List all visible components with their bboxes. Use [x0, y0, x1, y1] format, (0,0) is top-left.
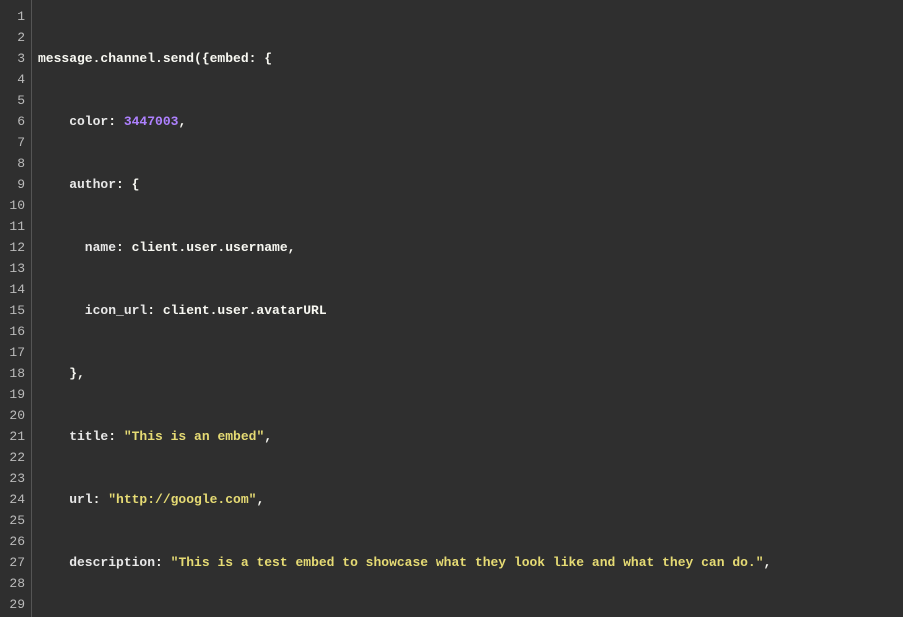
- line-number: 12: [4, 237, 25, 258]
- line-number: 9: [4, 174, 25, 195]
- line-number: 18: [4, 363, 25, 384]
- code-line: title: "This is an embed",: [38, 426, 903, 447]
- line-number: 15: [4, 300, 25, 321]
- line-number: 17: [4, 342, 25, 363]
- line-number: 5: [4, 90, 25, 111]
- code-line: description: "This is a test embed to sh…: [38, 552, 903, 573]
- line-number: 24: [4, 489, 25, 510]
- code-line: url: "http://google.com",: [38, 489, 903, 510]
- line-number: 2: [4, 27, 25, 48]
- line-number: 13: [4, 258, 25, 279]
- line-number-gutter: 1 2 3 4 5 6 7 8 9 10 11 12 13 14 15 16 1…: [0, 0, 32, 617]
- line-number: 6: [4, 111, 25, 132]
- code-line: name: client.user.username,: [38, 237, 903, 258]
- line-number: 3: [4, 48, 25, 69]
- line-number: 21: [4, 426, 25, 447]
- code-area[interactable]: message.channel.send({embed: { color: 34…: [32, 0, 903, 617]
- line-number: 1: [4, 6, 25, 27]
- line-number: 11: [4, 216, 25, 237]
- line-number: 7: [4, 132, 25, 153]
- line-number: 29: [4, 594, 25, 615]
- line-number: 22: [4, 447, 25, 468]
- line-number: 10: [4, 195, 25, 216]
- line-number: 25: [4, 510, 25, 531]
- line-number: 28: [4, 573, 25, 594]
- line-number: 23: [4, 468, 25, 489]
- line-number: 16: [4, 321, 25, 342]
- code-line: author: {: [38, 174, 903, 195]
- line-number: 4: [4, 69, 25, 90]
- line-number: 8: [4, 153, 25, 174]
- line-number: 20: [4, 405, 25, 426]
- code-line: color: 3447003,: [38, 111, 903, 132]
- code-line: },: [38, 363, 903, 384]
- line-number: 27: [4, 552, 25, 573]
- line-number: 26: [4, 531, 25, 552]
- code-editor: 1 2 3 4 5 6 7 8 9 10 11 12 13 14 15 16 1…: [0, 0, 903, 617]
- code-line: message.channel.send({embed: {: [38, 48, 903, 69]
- line-number: 14: [4, 279, 25, 300]
- line-number: 19: [4, 384, 25, 405]
- code-line: icon_url: client.user.avatarURL: [38, 300, 903, 321]
